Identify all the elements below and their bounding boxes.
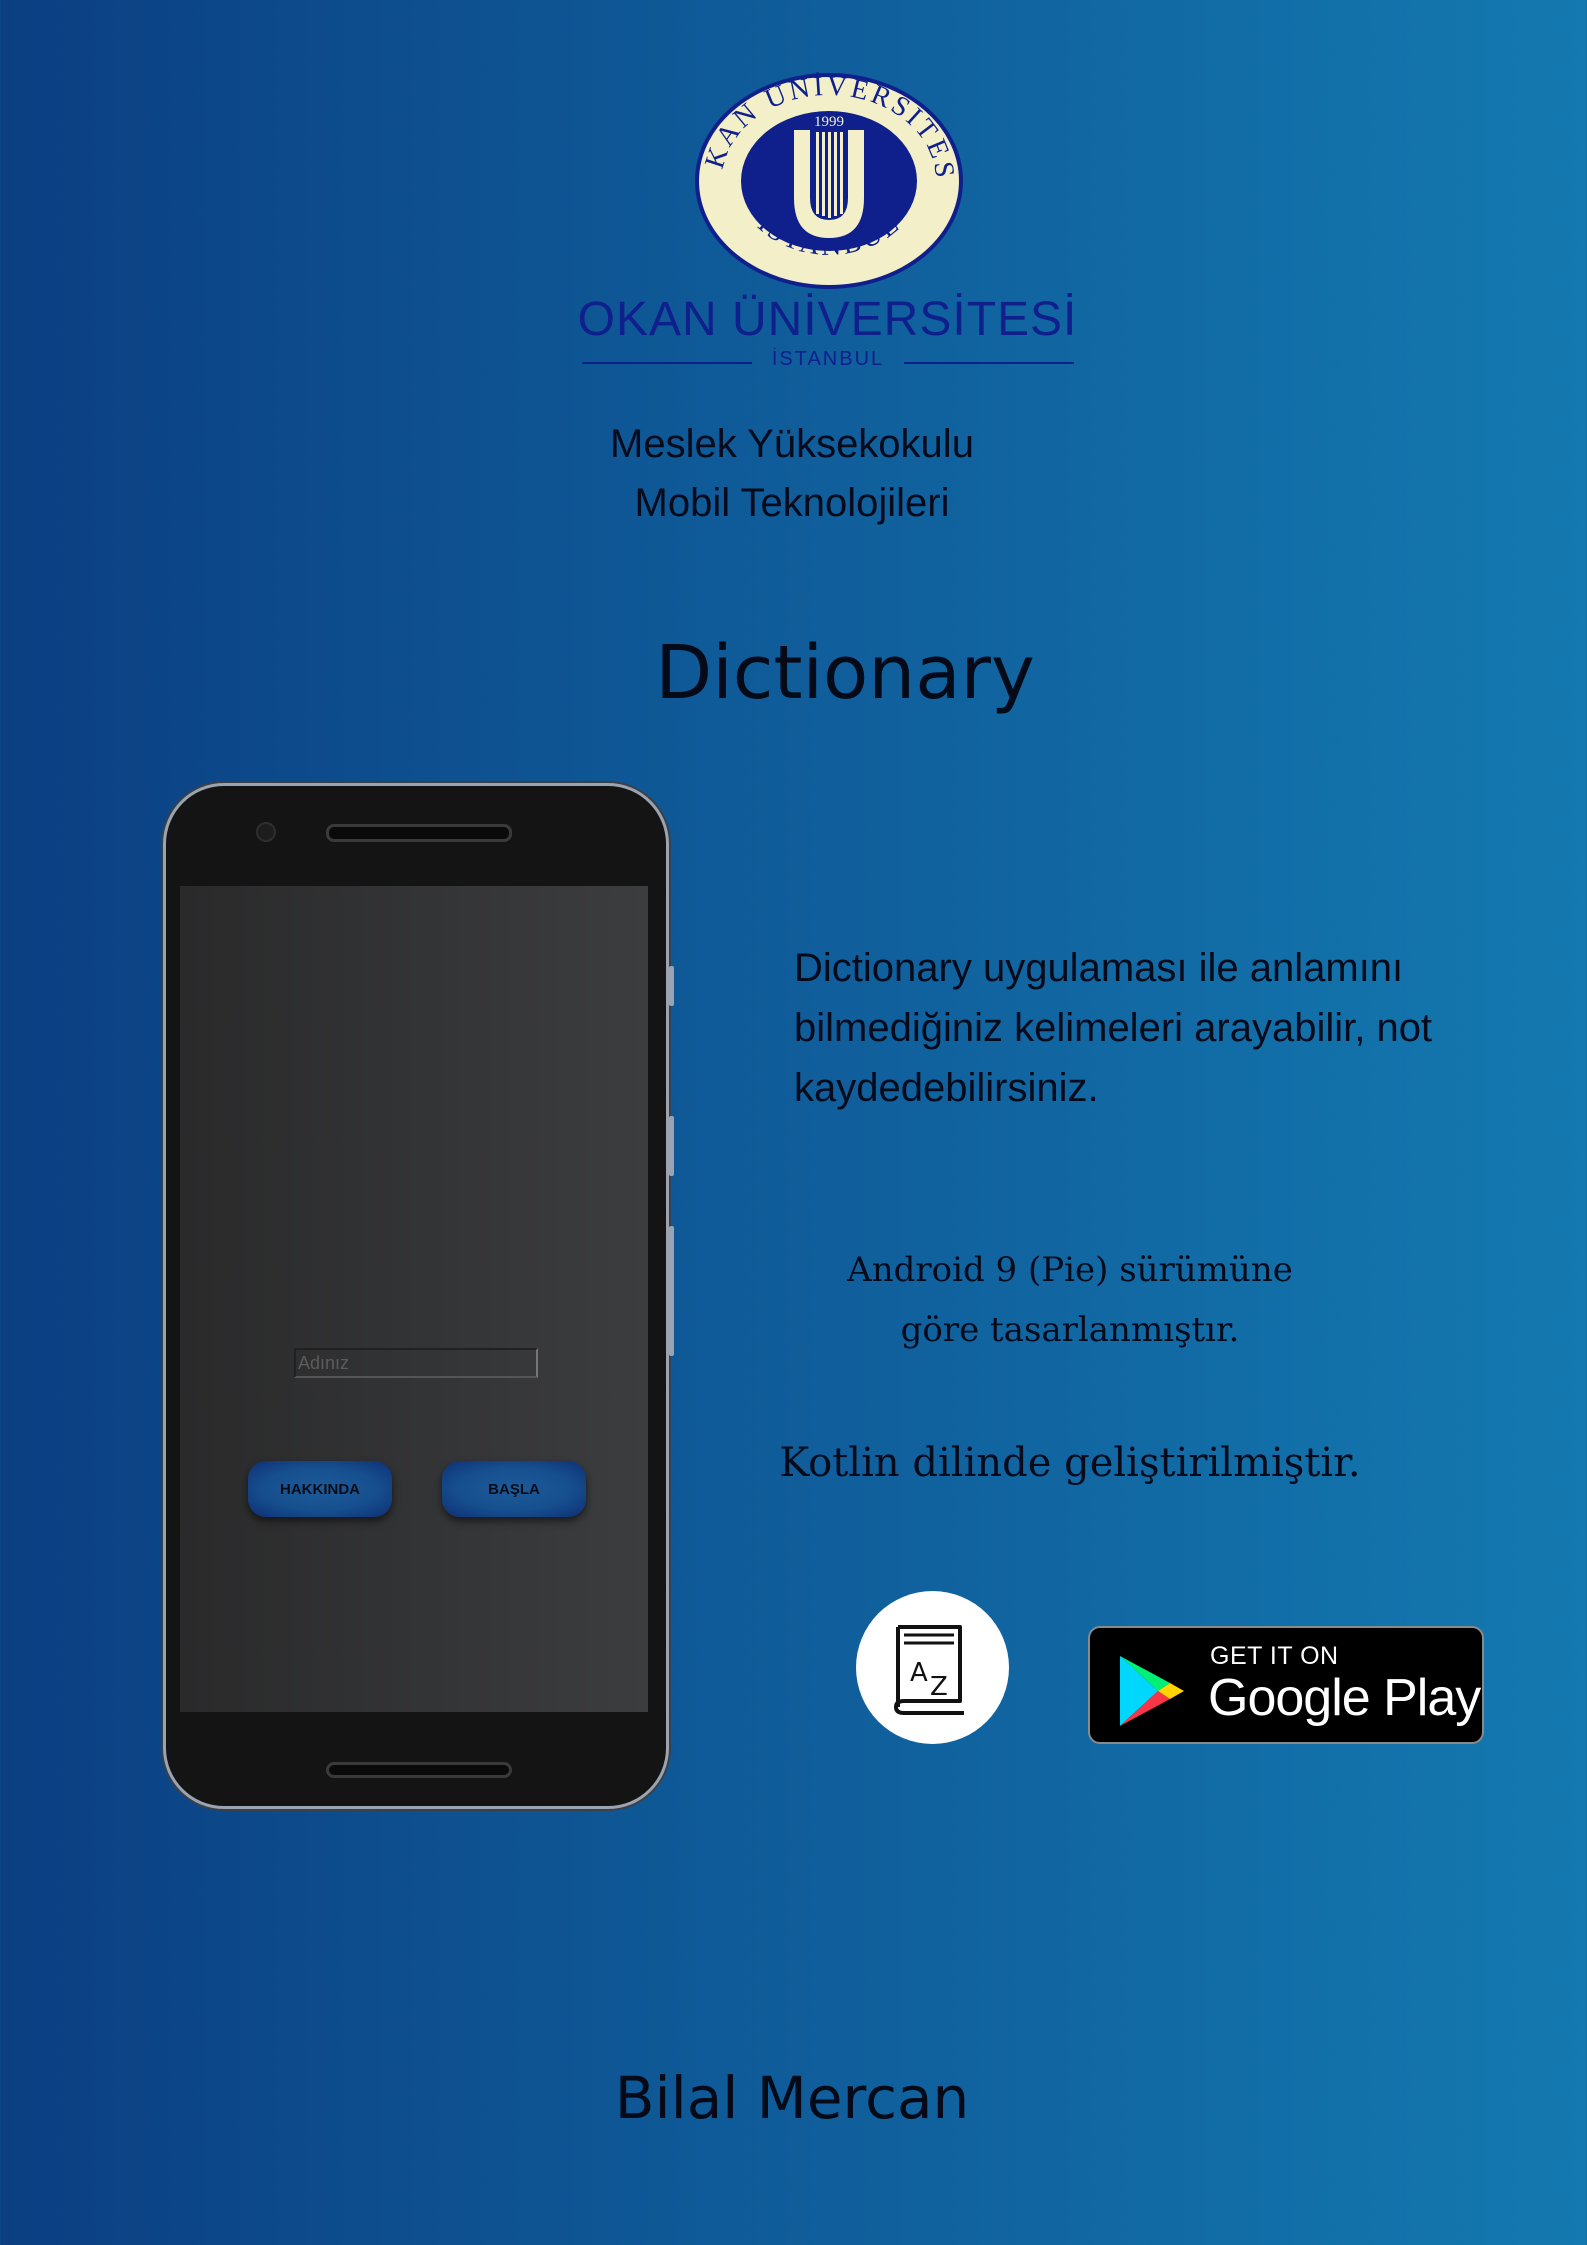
phone-camera	[256, 822, 276, 842]
name-input[interactable]	[294, 1348, 538, 1378]
about-button[interactable]: HAKKINDA	[248, 1461, 392, 1517]
phone-mockup: HAKKINDA BAŞLA	[166, 786, 674, 1806]
dictionary-app-icon: A Z	[856, 1591, 1009, 1744]
phone-speaker	[326, 1762, 512, 1778]
app-title: Dictionary	[655, 630, 1035, 716]
play-badge-caption: GET IT ON	[1210, 1642, 1339, 1670]
android-note-line: Android 9 (Pie) sürümüne	[847, 1250, 1293, 1290]
university-wordmark: OKAN ÜNİVERSİTESİ	[577, 293, 1078, 346]
university-seal-icon: OKAN ÜNİVERSİTESİ • İSTANBUL • 1999	[680, 46, 966, 292]
author-name: Bilal Mercan	[614, 2064, 970, 2132]
phone-screen: HAKKINDA BAŞLA	[180, 886, 648, 1712]
google-play-logo-icon	[1116, 1652, 1188, 1735]
phone-side-button	[669, 1226, 674, 1356]
play-badge-store: Google Play	[1208, 1669, 1481, 1727]
phone-speaker	[326, 824, 512, 842]
android-version-note: Android 9 (Pie) sürümüne göre tasarlanmı…	[790, 1240, 1350, 1360]
school-name: Meslek Yüksekokulu	[610, 422, 974, 466]
program-name: Mobil Teknolojileri	[634, 481, 950, 525]
google-play-badge[interactable]: GET IT ON Google Play	[1088, 1626, 1484, 1744]
start-button[interactable]: BAŞLA	[442, 1461, 586, 1517]
phone-side-button	[669, 1116, 674, 1176]
svg-text:1999: 1999	[814, 114, 844, 130]
kotlin-note: Kotlin dilinde geliştirilmiştir.	[779, 1440, 1361, 1486]
university-subtitle: İSTANBUL	[582, 346, 1074, 370]
android-note-line: göre tasarlanmıştır.	[900, 1310, 1240, 1350]
divider	[904, 362, 1074, 364]
app-description: Dictionary uygulaması ile anlamını bilme…	[794, 946, 1433, 1110]
phone-side-button	[669, 966, 674, 1006]
svg-text:A: A	[910, 1658, 928, 1688]
svg-text:Z: Z	[930, 1672, 948, 1702]
